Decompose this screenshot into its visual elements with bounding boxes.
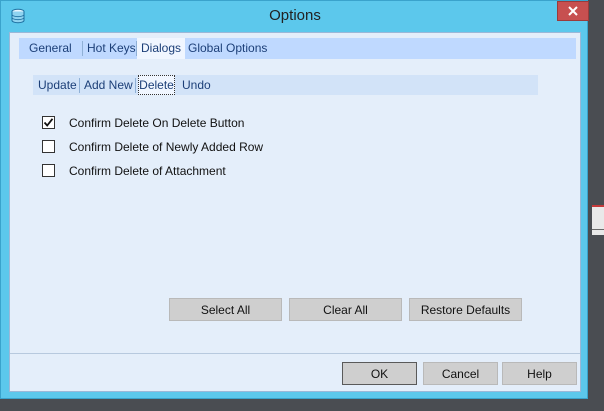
sub-tab-strip: Update Add New Delete Undo xyxy=(33,75,538,95)
ok-button[interactable]: OK xyxy=(342,362,417,385)
close-icon xyxy=(568,6,578,16)
main-tab-strip: General Hot Keys Dialogs Global Options xyxy=(19,38,576,59)
options-dialog: Options General Hot Keys Dialogs Global … xyxy=(0,0,589,399)
option-label: Confirm Delete of Newly Added Row xyxy=(69,140,264,154)
tab-global-options[interactable]: Global Options xyxy=(188,38,278,59)
confirm-delete-new-row-checkbox[interactable] xyxy=(42,140,55,153)
tab-undo[interactable]: Undo xyxy=(182,75,216,95)
tab-dialogs[interactable]: Dialogs xyxy=(137,38,185,59)
confirm-delete-button-checkbox[interactable] xyxy=(42,116,55,129)
tab-delete[interactable]: Delete xyxy=(138,75,175,95)
confirm-delete-attachment-checkbox[interactable] xyxy=(42,164,55,177)
background-divider-line xyxy=(592,229,604,230)
footer-divider xyxy=(10,353,580,354)
help-button[interactable]: Help xyxy=(502,362,577,385)
background-window-edge xyxy=(592,205,604,235)
window-title: Options xyxy=(269,7,321,24)
tab-add-new[interactable]: Add New xyxy=(84,75,134,95)
title-bar[interactable]: Options xyxy=(1,1,589,32)
restore-defaults-button[interactable]: Restore Defaults xyxy=(409,298,522,321)
tab-update[interactable]: Update xyxy=(38,75,78,95)
close-button[interactable] xyxy=(557,1,589,21)
clear-all-button[interactable]: Clear All xyxy=(289,298,402,321)
select-all-button[interactable]: Select All xyxy=(169,298,282,321)
tab-separator xyxy=(82,41,83,56)
tab-separator xyxy=(79,78,80,93)
tab-hot-keys[interactable]: Hot Keys xyxy=(87,38,136,59)
option-label: Confirm Delete of Attachment xyxy=(69,164,226,178)
background-accent-line xyxy=(592,205,604,207)
checkmark-icon xyxy=(43,118,54,127)
tab-separator xyxy=(135,78,136,93)
cancel-button[interactable]: Cancel xyxy=(423,362,498,385)
tab-general[interactable]: General xyxy=(29,38,73,59)
dialog-content: General Hot Keys Dialogs Global Options … xyxy=(9,32,581,392)
option-label: Confirm Delete On Delete Button xyxy=(69,116,245,130)
